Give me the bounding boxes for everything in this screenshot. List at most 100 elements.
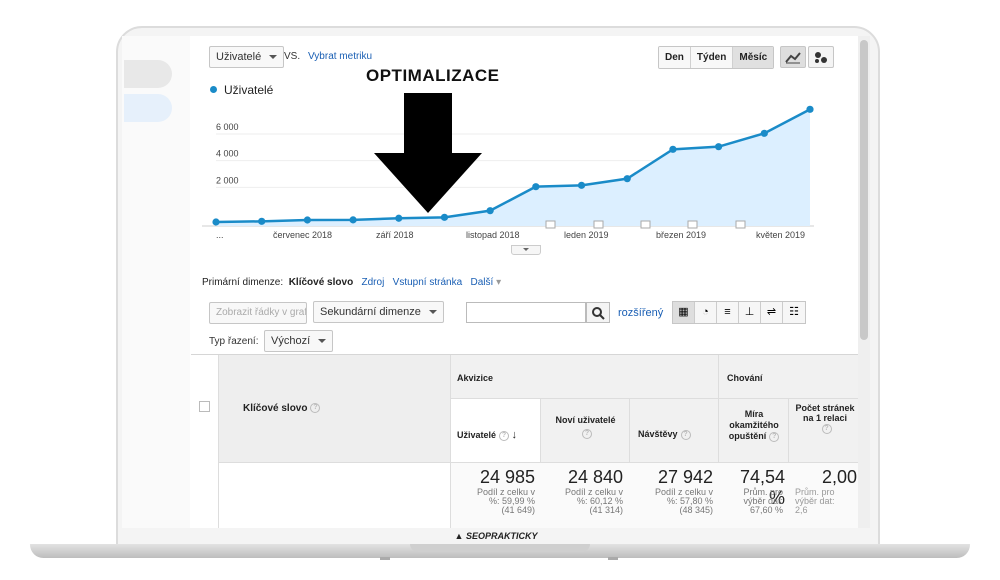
table-view-icon[interactable]: ▦	[673, 302, 695, 323]
column-label: Počet stránek na 1 relaci	[795, 403, 855, 423]
column-label: Uživatelé	[457, 430, 497, 440]
x-tick-label: leden 2019	[564, 230, 609, 240]
dimension-header-label: Klíčové slovo	[243, 403, 308, 414]
plot-rows-button[interactable]: Zobrazit řádky v grafu	[209, 302, 307, 324]
annotation-title: OPTIMALIZACE	[366, 66, 500, 85]
users-chart: 6 000 4 000 2 000... červenec 2018 září 2018…	[202, 105, 814, 240]
chevron-down-icon	[318, 339, 327, 344]
dimension-active: Klíčové slovo	[288, 277, 354, 288]
sort-type-dropdown[interactable]: Výchozí	[264, 330, 334, 352]
help-icon: ?	[310, 403, 321, 414]
total-sessions: 27 942	[657, 467, 713, 487]
total-new-users: 24 840	[567, 467, 623, 487]
brand-logo: ▲ SEOPRAKTICKY	[122, 528, 870, 544]
term-cloud-view-icon[interactable]: ⇌	[761, 302, 783, 323]
dimension-source-link[interactable]: Zdroj	[362, 277, 385, 288]
help-icon: ?	[821, 423, 832, 434]
acquisition-group: Akvizice	[451, 355, 719, 399]
behavior-group: Chování	[719, 355, 858, 399]
legend-label: Uživatelé	[224, 83, 274, 97]
sidebar-item[interactable]	[124, 60, 172, 88]
column-header-bounce-rate-label: Míra okamžitého opuštění?	[723, 409, 785, 442]
annotation-marker	[735, 220, 746, 229]
vs-label: VS.	[284, 51, 301, 62]
period-week[interactable]: Týden	[690, 47, 734, 68]
search-button[interactable]	[586, 302, 610, 323]
annotation-marker	[640, 220, 651, 229]
collapse-chart-handle[interactable]	[511, 245, 541, 255]
table-search-input[interactable]	[466, 302, 586, 323]
data-point	[486, 207, 494, 215]
motion-chart-button[interactable]	[808, 46, 834, 68]
total-pages-sub: Prům. pro výběr dat: 2,6	[795, 488, 857, 515]
data-point	[577, 181, 586, 189]
chevron-down-icon	[523, 248, 529, 251]
x-tick-label: listopad 2018	[466, 230, 520, 240]
primary-dimension-bar: Primární dimenze: Klíčové slovo Zdroj Vs…	[202, 277, 501, 288]
sub-line: (41 649)	[501, 505, 535, 515]
sub-line: 67,60 %	[749, 505, 783, 515]
secondary-dimension-label: Sekundární dimenze	[320, 306, 421, 318]
bar-view-icon[interactable]: ≡	[717, 302, 739, 323]
x-tick-label: květen 2019	[756, 230, 805, 240]
annotation-marker	[593, 220, 604, 229]
chevron-down-icon	[269, 55, 278, 60]
sort-type-label: Výchozí	[271, 335, 311, 347]
scrollbar-thumb[interactable]	[860, 40, 868, 340]
totals-label-cell	[219, 463, 451, 528]
secondary-dimension-dropdown[interactable]: Sekundární dimenze	[313, 301, 444, 323]
data-point	[212, 218, 220, 226]
dimension-header-cell[interactable]: Klíčové slovo?	[219, 355, 451, 463]
down-arrow-icon	[374, 93, 482, 213]
total-users: 24 985	[479, 467, 535, 487]
scrollbar[interactable]	[858, 36, 870, 528]
comparison-view-icon[interactable]: ⊥	[739, 302, 761, 323]
pivot-view-icon[interactable]: ☷	[783, 302, 805, 323]
line-chart-button[interactable]	[780, 46, 806, 68]
advanced-filter-link[interactable]: rozšířený	[618, 307, 663, 319]
dimension-more-label: Další	[470, 277, 494, 288]
search-icon	[592, 307, 605, 320]
data-point	[760, 129, 768, 137]
series-area	[216, 109, 810, 226]
column-header-sessions[interactable]: Návštěvy?	[630, 399, 719, 463]
annotation-marker	[687, 220, 698, 229]
acquisition-group-label: Akvizice	[457, 373, 494, 383]
laptop-notch	[410, 544, 590, 552]
help-icon: ?	[582, 429, 592, 439]
total-pages-per-session: 2,00	[821, 467, 857, 487]
select-metric-link[interactable]: Vybrat metriku	[308, 51, 372, 62]
pie-view-icon[interactable]: ◔	[695, 302, 717, 323]
sub-line: (41 314)	[589, 505, 623, 515]
dimension-more-link[interactable]: Další ▾	[470, 277, 501, 288]
x-tick-label: ...	[216, 230, 224, 240]
x-tick-label: září 2018	[376, 230, 414, 240]
sidebar-item[interactable]	[124, 94, 172, 122]
column-label: Noví uživatelé	[555, 415, 616, 425]
period-month[interactable]: Měsíc	[733, 47, 774, 68]
select-all-checkbox[interactable]	[199, 401, 210, 412]
column-header-sessions-label: Návštěvy?	[638, 429, 691, 440]
column-header-pages-per-session[interactable]: Počet stránek na 1 relaci?	[789, 399, 858, 463]
column-header-users[interactable]: Uživatelé? ↓	[451, 399, 541, 463]
column-header-bounce-rate[interactable]: Míra okamžitého opuštění?	[719, 399, 789, 463]
dimension-landing-page-link[interactable]: Vstupní stránka	[393, 277, 462, 288]
metric-dropdown-label: Uživatelé	[216, 51, 262, 63]
column-header-new-users[interactable]: Noví uživatelé?	[541, 399, 630, 463]
behavior-group-label: Chování	[727, 373, 763, 383]
period-day[interactable]: Den	[659, 47, 691, 68]
brand-text: SEOPRAKTICKY	[465, 531, 538, 541]
data-point	[806, 105, 814, 113]
data-table: Klíčové slovo? Akvizice Chování Uživatel…	[191, 354, 858, 528]
metric-dropdown[interactable]: Uživatelé	[209, 46, 285, 68]
y-tick-label: 6 000	[216, 122, 239, 132]
annotation-marker	[545, 220, 556, 229]
total-users-sub: Podíl z celku v%: 59,99 % (41 649)	[455, 488, 535, 515]
sidebar	[122, 36, 190, 528]
sub-line: (48 345)	[679, 505, 713, 515]
total-bounce-rate-sub: Prům. pro výběr dat: 67,60 %	[719, 488, 783, 515]
total-sessions-sub: Podíl z celku v%: 57,80 % (48 345)	[633, 488, 713, 515]
y-tick-label: 4 000	[216, 149, 239, 159]
y-tick-label: 2 000	[216, 175, 239, 185]
laptop-foot	[608, 557, 618, 560]
